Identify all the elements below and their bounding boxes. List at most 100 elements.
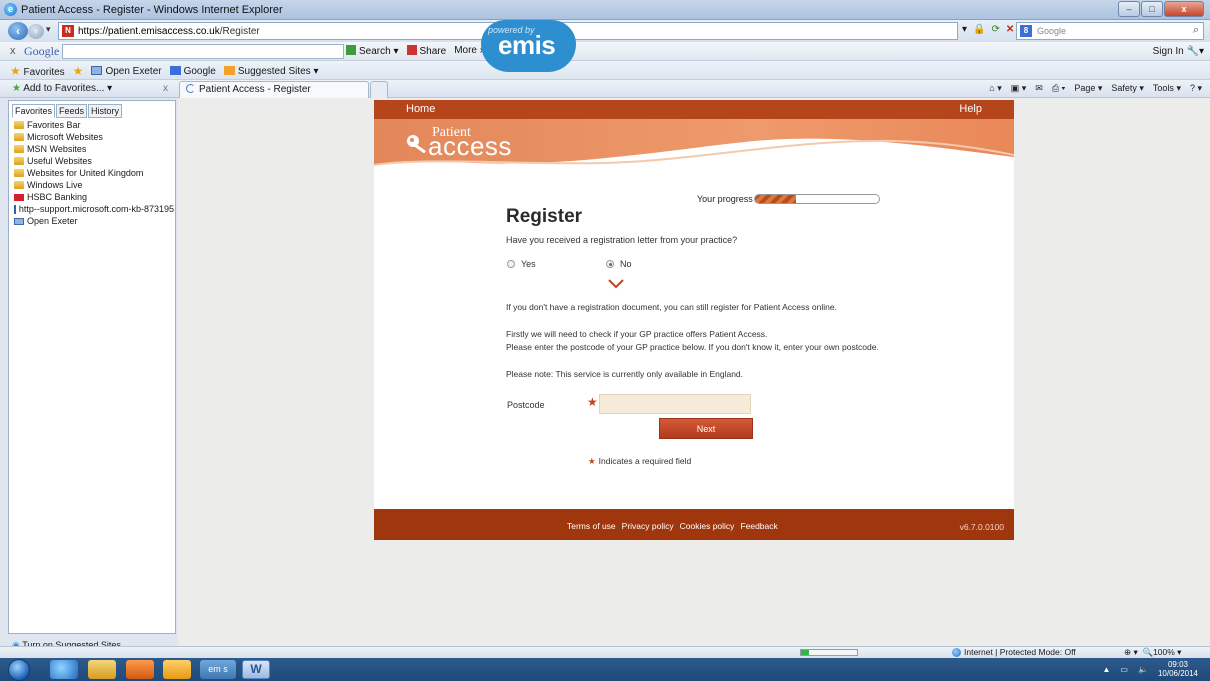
favorites-item[interactable]: Microsoft Websites: [14, 131, 174, 143]
close-button[interactable]: x: [1164, 1, 1204, 17]
security-zone[interactable]: Internet | Protected Mode: Off: [952, 647, 1076, 657]
favorites-item-label: Open Exeter: [27, 216, 78, 226]
google-toolbar: x Google Search ▾ Share More » Sign In 🔧…: [0, 42, 1210, 61]
banner: Patient access: [374, 119, 1014, 171]
pane-tab-feeds[interactable]: Feeds: [56, 104, 88, 118]
home-link[interactable]: Home: [406, 103, 435, 115]
search-box[interactable]: 8 Google ⌕: [1016, 22, 1204, 40]
add-to-favorites-button[interactable]: ★ Add to Favorites... ▾: [12, 83, 112, 94]
favorites-button[interactable]: ★ Favorites: [10, 64, 65, 78]
refresh-icon[interactable]: ⟳: [991, 24, 999, 35]
chevron-down-icon: [608, 279, 624, 289]
google-search-button[interactable]: Search ▾: [346, 45, 399, 57]
taskbar-word-icon[interactable]: W: [242, 660, 270, 679]
zoom-control[interactable]: ⊕ ▾ 🔍100% ▾: [1124, 647, 1181, 658]
tab-patient-access[interactable]: Patient Access - Register: [179, 81, 369, 98]
clock[interactable]: 09:03 10/06/2014: [1158, 660, 1198, 678]
tray-arrow-icon[interactable]: ▲: [1103, 665, 1111, 674]
tab-row: ★ Add to Favorites... ▾ x Patient Access…: [0, 80, 1210, 98]
favorites-item-label: MSN Websites: [27, 144, 87, 154]
print-icon[interactable]: ⎙ ▾: [1052, 83, 1065, 94]
favorites-item[interactable]: http--support.microsoft.com-kb-873195: [14, 203, 174, 215]
feedback-link[interactable]: Feedback: [740, 521, 777, 531]
favorites-item[interactable]: MSN Websites: [14, 143, 174, 155]
forward-button[interactable]: ›: [28, 24, 44, 39]
help-link[interactable]: Help: [959, 103, 982, 115]
google-search-input[interactable]: [62, 44, 344, 59]
radio-no-button[interactable]: [606, 260, 614, 268]
emis-logo-text: emis: [498, 30, 556, 60]
search-placeholder: Google: [1037, 26, 1067, 36]
maximize-button[interactable]: □: [1141, 1, 1163, 17]
lock-icon[interactable]: 🔒: [973, 24, 985, 35]
favbar-item-suggested-sites[interactable]: Suggested Sites ▾: [223, 65, 318, 77]
stop-icon[interactable]: ✕: [1006, 24, 1014, 35]
privacy-policy-link[interactable]: Privacy policy: [622, 521, 674, 531]
pane-tab-favorites[interactable]: Favorites: [12, 104, 56, 118]
folder-icon: [14, 169, 24, 177]
favorites-item[interactable]: Favorites Bar: [14, 119, 174, 131]
home-icon[interactable]: ⌂ ▾: [989, 83, 1001, 94]
taskbar-explorer-icon[interactable]: [88, 660, 116, 679]
terms-of-use-link[interactable]: Terms of use: [567, 521, 616, 531]
favorites-item[interactable]: Websites for United Kingdom: [14, 167, 174, 179]
required-field-note: ★ Indicates a required field: [588, 456, 692, 466]
info-paragraph-4: Please note: This service is currently o…: [506, 369, 744, 379]
feeds-icon[interactable]: ▣ ▾: [1011, 83, 1027, 94]
page-menu[interactable]: Page ▾: [1074, 83, 1102, 94]
favorites-item-label: HSBC Banking: [27, 192, 88, 202]
favorites-item[interactable]: Useful Websites: [14, 155, 174, 167]
google-logo: Google: [24, 44, 60, 58]
url-text[interactable]: https://patient.emisaccess.co.uk/Registe…: [78, 26, 260, 37]
network-icon[interactable]: ▭: [1120, 665, 1128, 674]
help-icon[interactable]: ? ▾: [1190, 83, 1202, 94]
favorites-item[interactable]: Open Exeter: [14, 215, 174, 227]
search-icon[interactable]: ⌕: [1193, 24, 1199, 37]
dropdown-icon[interactable]: ▾: [962, 24, 967, 35]
favorites-pane: Favorites Feeds History Favorites Bar Mic…: [8, 100, 176, 634]
share-button[interactable]: Share: [406, 45, 446, 57]
tools-menu[interactable]: Tools ▾: [1153, 83, 1181, 94]
favorites-item-label: Websites for United Kingdom: [27, 168, 144, 178]
favbar-item-google[interactable]: Google: [169, 65, 216, 77]
pane-tab-history[interactable]: History: [88, 104, 123, 118]
toolbar-close-icon[interactable]: x: [10, 45, 16, 57]
favbar-item-open-exeter[interactable]: Open Exeter: [91, 65, 162, 77]
taskbar-ie-icon[interactable]: [50, 660, 78, 679]
close-favorites-pane-icon[interactable]: x: [163, 83, 168, 94]
minimize-button[interactable]: –: [1118, 1, 1140, 17]
cookies-policy-link[interactable]: Cookies policy: [680, 521, 735, 531]
back-button[interactable]: ‹: [8, 22, 28, 40]
favorites-item-label: Useful Websites: [27, 156, 92, 166]
google-icon: [169, 65, 181, 75]
volume-icon[interactable]: 🔈: [1138, 665, 1148, 674]
folder-icon: [14, 181, 24, 189]
search-icon: [346, 45, 356, 55]
globe-icon: [952, 647, 961, 657]
mail-icon[interactable]: ✉: [1035, 83, 1043, 94]
taskbar-emis-icon[interactable]: em s: [200, 660, 236, 679]
radio-yes-button[interactable]: [507, 260, 515, 268]
recent-pages-dropdown[interactable]: ▾: [46, 24, 51, 35]
radio-no[interactable]: No: [606, 259, 632, 269]
sign-in-button[interactable]: Sign In 🔧▾: [1153, 46, 1204, 57]
favorites-item-label: Microsoft Websites: [27, 132, 103, 142]
window-title: Patient Access - Register - Windows Inte…: [21, 4, 283, 16]
safety-menu[interactable]: Safety ▾: [1111, 83, 1144, 94]
logo-access-text: access: [428, 131, 512, 161]
radio-yes[interactable]: Yes: [507, 259, 536, 269]
add-favorite-icon[interactable]: ★: [73, 64, 84, 78]
key-logo-icon: [407, 135, 426, 154]
taskbar-outlook-icon[interactable]: [163, 660, 191, 679]
new-tab-button[interactable]: [370, 81, 388, 98]
next-button[interactable]: Next: [659, 418, 753, 439]
patient-access-page: Home Help Patient access: [374, 100, 1014, 540]
favorites-item[interactable]: HSBC Banking: [14, 191, 174, 203]
taskbar-media-player-icon[interactable]: [126, 660, 154, 679]
postcode-input[interactable]: [599, 394, 751, 414]
start-button[interactable]: [8, 659, 30, 681]
title-bar: e Patient Access - Register - Windows In…: [0, 0, 1210, 20]
suggested-sites-icon: [223, 65, 235, 75]
favorites-item[interactable]: Windows Live: [14, 179, 174, 191]
page-header-nav: Home Help: [374, 100, 1014, 119]
